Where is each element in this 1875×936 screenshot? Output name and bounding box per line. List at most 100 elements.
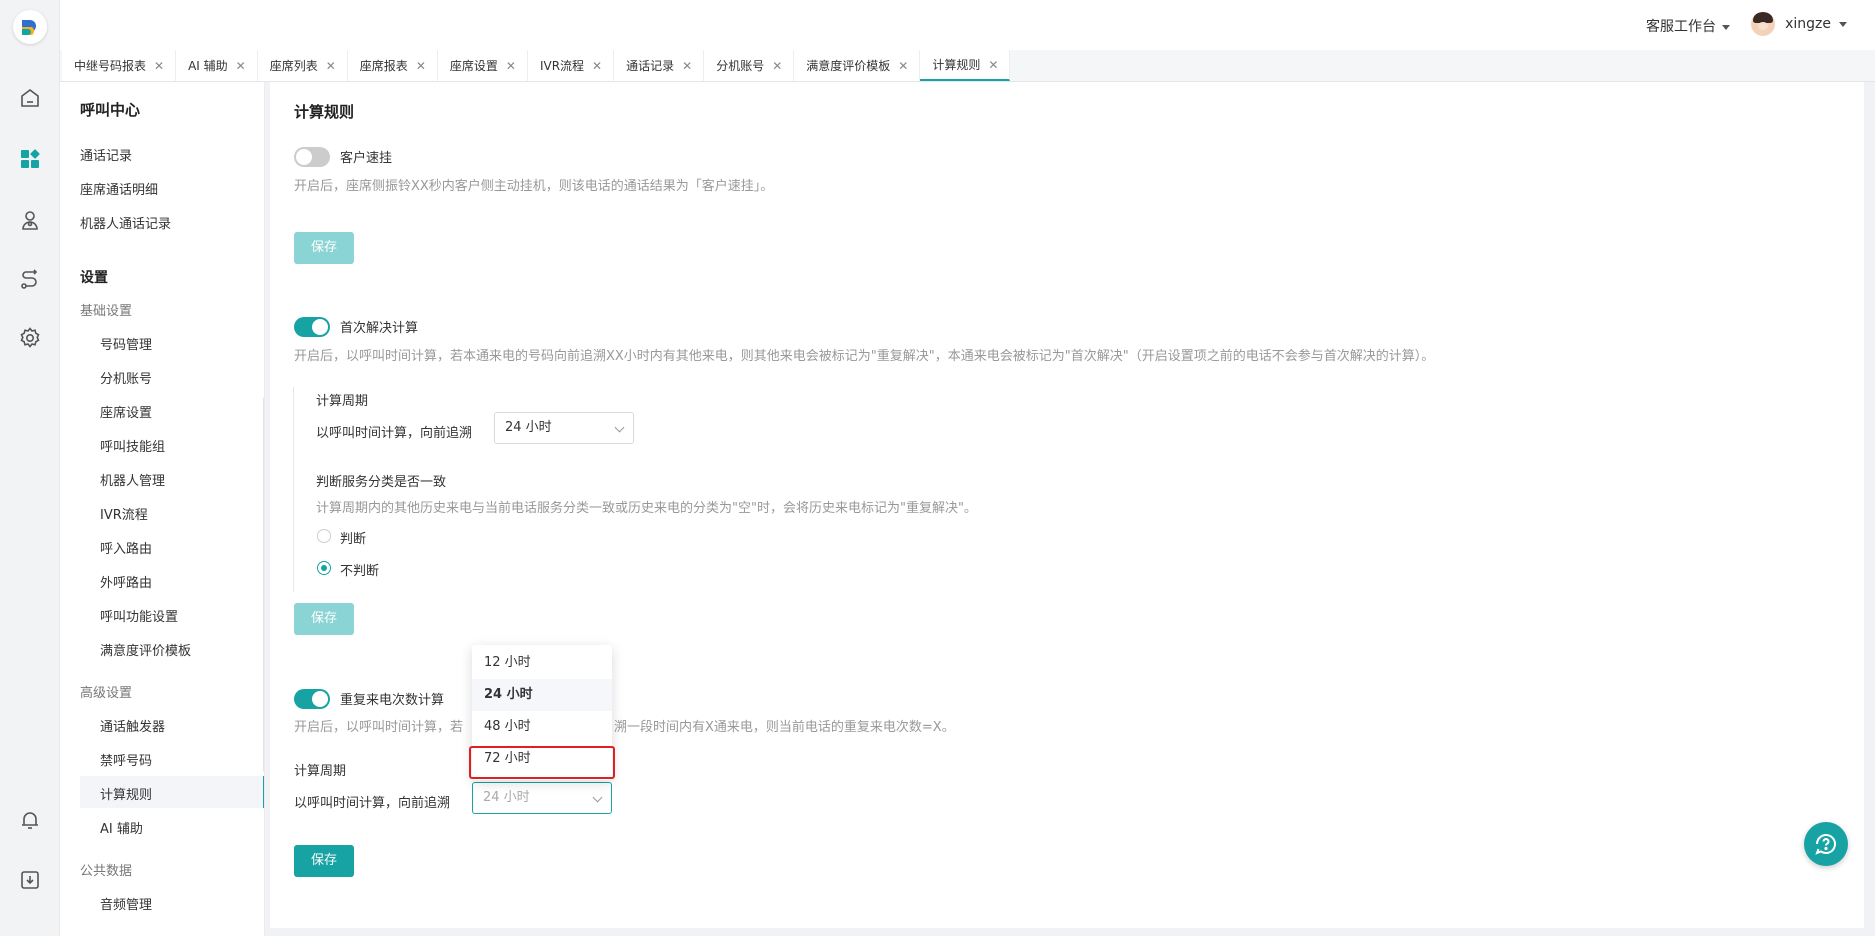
sidebar-item-agent-settings[interactable]: 座席设置 [100, 402, 152, 421]
tab-label: 座席设置 [449, 59, 498, 73]
radio-judge[interactable] [317, 529, 331, 543]
sidebar-item-call-function-settings[interactable]: 呼叫功能设置 [100, 606, 178, 625]
tab-label: 中继号码报表 [74, 59, 147, 73]
sidebar-item-inbound-routing[interactable]: 呼入路由 [100, 538, 152, 557]
tab-label: 座席列表 [269, 59, 318, 73]
tab-extension-accounts[interactable]: 分机账号 ✕ [704, 50, 795, 81]
close-icon[interactable]: ✕ [772, 59, 782, 73]
tab-label: 满意度评价模板 [806, 59, 891, 73]
workspace-dropdown[interactable]: 客服工作台 [1646, 16, 1730, 36]
save-button-2[interactable]: 保存 [294, 603, 354, 635]
icon-rail [0, 0, 60, 936]
sidebar-item-call-triggers[interactable]: 通话触发器 [100, 716, 165, 735]
close-icon[interactable]: ✕ [236, 59, 246, 73]
tab-ai-assist[interactable]: AI 辅助 ✕ [176, 50, 258, 81]
sidebar-item-number-mgmt[interactable]: 号码管理 [100, 334, 152, 353]
period-select-value: 24 小时 [483, 790, 530, 805]
period-label-1: 以呼叫时间计算，向前追溯 [316, 426, 473, 441]
sidebar-group-basic: 基础设置 [80, 304, 133, 319]
close-icon[interactable]: ✕ [416, 59, 426, 73]
repeat-call-desc-left: 开启后，以呼叫时间计算，若 [294, 720, 464, 735]
app-logo[interactable] [13, 10, 47, 44]
radio-no-judge[interactable] [317, 561, 331, 575]
routing-icon[interactable] [18, 268, 42, 292]
close-icon[interactable]: ✕ [592, 59, 602, 73]
repeat-call-desc-right: 溯一段时间内有X通来电，则当前电话的重复来电次数=X。 [614, 720, 955, 735]
close-icon[interactable]: ✕ [898, 59, 908, 73]
tab-call-records[interactable]: 通话记录 ✕ [614, 50, 705, 81]
tab-label: 分机账号 [716, 59, 765, 73]
first-resolution-label: 首次解决计算 [340, 321, 419, 336]
sidebar-item-call-records[interactable]: 通话记录 [80, 145, 132, 164]
period-select-value: 24 小时 [505, 420, 552, 435]
period-title-1: 计算周期 [316, 394, 369, 409]
highlight-box [469, 746, 615, 779]
username: xingze [1785, 16, 1831, 32]
close-icon[interactable]: ✕ [154, 59, 164, 73]
quick-hangup-switch[interactable] [294, 147, 330, 167]
close-icon[interactable]: ✕ [988, 58, 998, 72]
period-select-2[interactable]: 24 小时 [472, 782, 612, 814]
close-icon[interactable]: ✕ [682, 59, 692, 73]
tab-ivr-flow[interactable]: IVR流程 ✕ [527, 50, 615, 81]
chevron-down-icon [592, 792, 603, 803]
avatar [1751, 12, 1776, 36]
dropdown-option-24h[interactable]: 24 小时 [472, 679, 612, 711]
dropdown-option-48h[interactable]: 48 小时 [472, 711, 612, 743]
repeat-call-switch[interactable] [294, 689, 330, 709]
sidebar-item-skill-groups[interactable]: 呼叫技能组 [100, 436, 165, 455]
help-icon [1815, 834, 1836, 855]
radio-judge-label: 判断 [340, 532, 367, 547]
settings-gear-icon[interactable] [18, 326, 42, 350]
main-content: 计算规则 客户速挂 开启后，座席侧振铃XX秒内客户侧主动挂机，则该电话的通话结果… [270, 82, 1864, 928]
tab-satisfaction-template[interactable]: 满意度评价模板 ✕ [794, 50, 921, 81]
bell-icon[interactable] [18, 808, 42, 832]
tab-agent-settings[interactable]: 座席设置 ✕ [437, 50, 528, 81]
sub-sidebar: 呼叫中心 通话记录 座席通话明细 机器人通话记录 设置 基础设置 号码管理 分机… [60, 82, 265, 936]
period-label-2: 以呼叫时间计算，向前追溯 [294, 796, 451, 811]
sidebar-settings-title: 设置 [80, 270, 108, 286]
sidebar-item-calc-rules[interactable]: 计算规则 [100, 784, 152, 803]
repeat-call-label: 重复来电次数计算 [340, 693, 445, 708]
sidebar-item-agent-call-detail[interactable]: 座席通话明细 [80, 179, 158, 198]
download-icon[interactable] [18, 868, 42, 892]
sidebar-item-ai-assist[interactable]: AI 辅助 [100, 818, 143, 837]
tab-agent-list[interactable]: 座席列表 ✕ [257, 50, 348, 81]
caret-down-icon [1722, 24, 1730, 30]
sidebar-item-extension-accounts[interactable]: 分机账号 [100, 368, 152, 387]
period-title-2: 计算周期 [294, 764, 347, 779]
tab-calc-rules[interactable]: 计算规则 ✕ [920, 50, 1011, 81]
close-icon[interactable]: ✕ [326, 59, 336, 73]
tab-label: AI 辅助 [188, 59, 228, 73]
page-title: 计算规则 [294, 103, 355, 121]
home-icon[interactable] [18, 86, 42, 110]
first-resolution-desc: 开启后，以呼叫时间计算，若本通来电的号码向前追溯XX小时内有其他来电，则其他来电… [294, 349, 1435, 364]
sidebar-item-robot-mgmt[interactable]: 机器人管理 [100, 470, 165, 489]
agent-icon[interactable] [18, 208, 42, 232]
sidebar-item-outbound-routing[interactable]: 外呼路由 [100, 572, 152, 591]
sidebar-item-robot-call-records[interactable]: 机器人通话记录 [80, 213, 171, 232]
sidebar-item-blocked-numbers[interactable]: 禁呼号码 [100, 750, 152, 769]
tab-label: 座席报表 [359, 59, 408, 73]
sidebar-item-audio-mgmt[interactable]: 音频管理 [100, 894, 152, 913]
sidebar-scrollbar[interactable] [263, 397, 264, 772]
sidebar-item-satisfaction-template[interactable]: 满意度评价模板 [100, 640, 191, 659]
chevron-down-icon [614, 422, 625, 433]
top-header: 客服工作台 xingze [60, 0, 1875, 50]
save-button-3[interactable]: 保存 [294, 845, 354, 877]
sidebar-item-ivr-flow[interactable]: IVR流程 [100, 504, 148, 523]
tab-label: 通话记录 [626, 59, 675, 73]
caret-down-icon [1839, 21, 1847, 27]
tab-trunk-report[interactable]: 中继号码报表 ✕ [62, 50, 177, 81]
tab-label: IVR流程 [539, 59, 585, 73]
first-resolution-switch[interactable] [294, 317, 330, 337]
save-button-1[interactable]: 保存 [294, 232, 354, 264]
close-icon[interactable]: ✕ [506, 59, 516, 73]
tab-agent-report[interactable]: 座席报表 ✕ [347, 50, 438, 81]
user-menu[interactable]: xingze [1751, 12, 1847, 36]
judge-title: 判断服务分类是否一致 [316, 475, 447, 490]
apps-icon[interactable] [18, 147, 42, 171]
period-select-1[interactable]: 24 小时 [494, 412, 634, 444]
help-button[interactable] [1804, 822, 1848, 866]
dropdown-option-12h[interactable]: 12 小时 [472, 647, 612, 679]
